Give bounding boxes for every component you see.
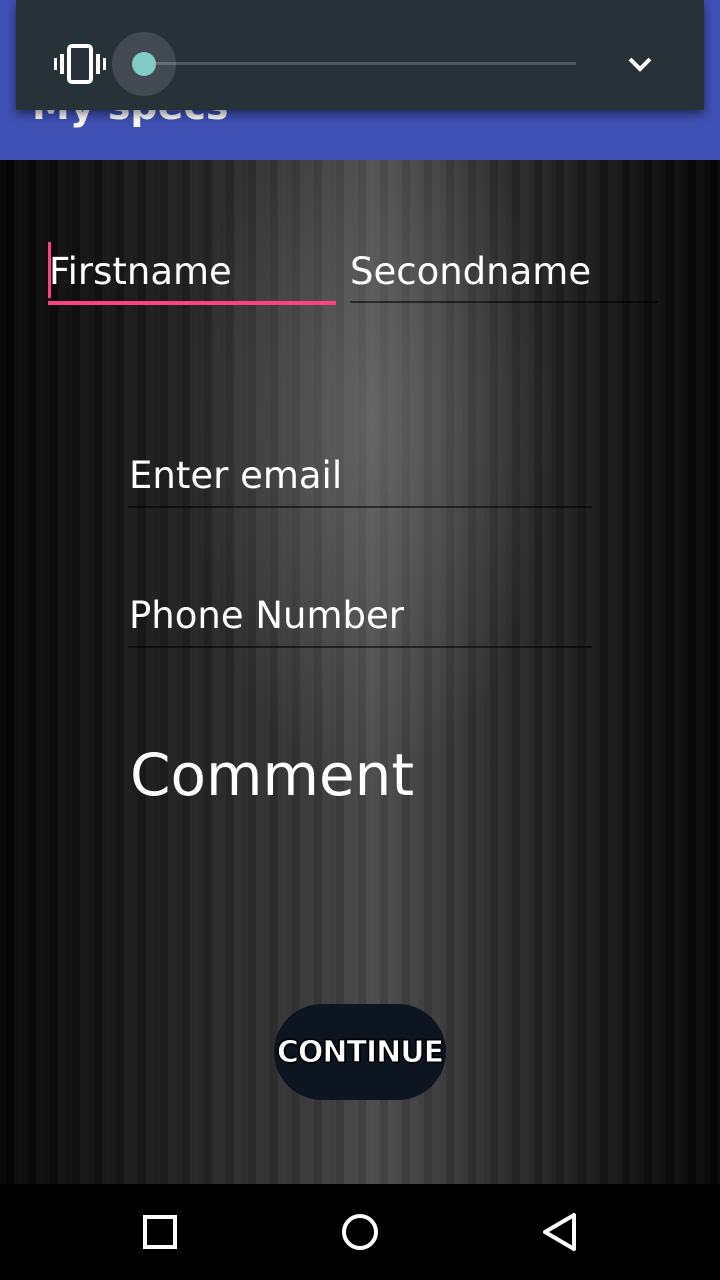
secondname-placeholder: Secondname [350, 250, 592, 293]
email-underline [128, 506, 592, 508]
triangle-back-icon [543, 1213, 576, 1251]
volume-slider-thumb[interactable] [132, 52, 156, 76]
email-placeholder: Enter email [129, 454, 343, 497]
phone-input[interactable]: Phone Number [129, 594, 404, 638]
home-button[interactable] [330, 1204, 390, 1260]
comment-label: Comment [130, 741, 415, 809]
recents-button[interactable] [130, 1204, 190, 1260]
firstname-input[interactable]: Firstname [49, 250, 232, 294]
navigation-bar [0, 1184, 720, 1280]
square-recents-icon [143, 1215, 177, 1249]
screen: My specs Firstname Secondname Enter emai… [0, 0, 720, 1280]
phone-underline [128, 646, 592, 648]
firstname-placeholder: Firstname [49, 250, 232, 293]
phone-placeholder: Phone Number [129, 594, 405, 637]
back-button[interactable] [530, 1204, 590, 1260]
circle-home-icon [342, 1214, 378, 1250]
secondname-input[interactable]: Secondname [350, 250, 591, 294]
continue-label: CONTINUE [276, 1034, 444, 1070]
firstname-underline [48, 301, 336, 305]
continue-button[interactable]: CONTINUE [274, 1004, 446, 1100]
secondname-underline [350, 301, 658, 303]
vibrate-icon[interactable] [54, 44, 106, 84]
chevron-down-icon[interactable] [626, 52, 654, 76]
volume-panel [16, 0, 704, 110]
volume-slider-track[interactable] [144, 62, 576, 65]
email-input[interactable]: Enter email [129, 454, 342, 498]
